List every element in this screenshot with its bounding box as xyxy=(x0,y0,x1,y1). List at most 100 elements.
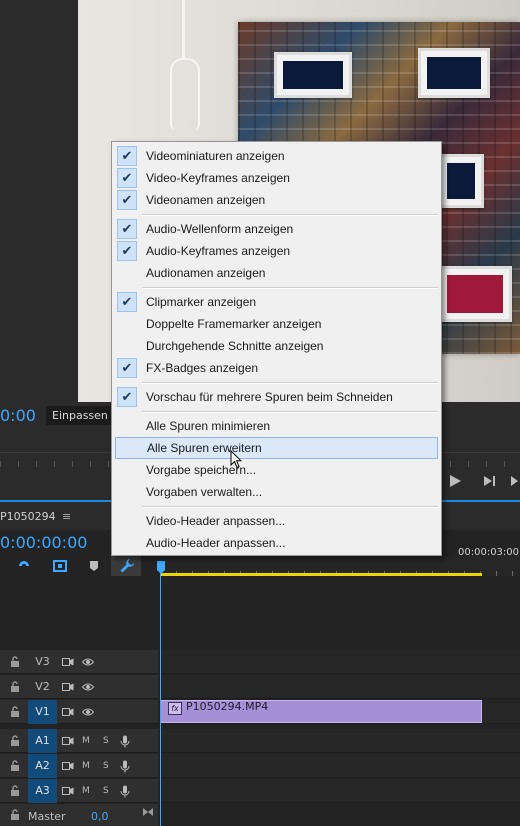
menu-item[interactable]: Audionamen anzeigen xyxy=(115,262,438,284)
picture-frame-image xyxy=(438,266,512,322)
panel-menu-icon[interactable]: ≡ xyxy=(62,510,71,523)
go-to-in-out-icon[interactable] xyxy=(142,806,154,818)
track-target-toggle[interactable]: A2 xyxy=(28,754,57,778)
master-volume-value[interactable]: 0,0 xyxy=(91,810,109,823)
checkmark-icon: ✔ xyxy=(117,292,137,312)
linked-selection-icon[interactable] xyxy=(52,558,68,574)
sync-lock-icon[interactable] xyxy=(62,682,74,692)
menu-separator xyxy=(142,506,438,508)
sync-lock-icon[interactable] xyxy=(62,736,74,746)
solo-button[interactable]: S xyxy=(103,779,109,803)
video-track-lane[interactable] xyxy=(160,675,520,699)
audio-track-lane[interactable] xyxy=(160,729,520,753)
menu-item-label: Doppelte Framemarker anzeigen xyxy=(146,317,322,331)
audio-track-lane[interactable] xyxy=(160,754,520,778)
play-icon[interactable] xyxy=(448,474,462,488)
menu-item[interactable]: ✔ Videominiaturen anzeigen xyxy=(115,145,438,167)
lock-icon[interactable] xyxy=(10,760,20,772)
mute-button[interactable]: M xyxy=(82,729,90,753)
playhead-handle[interactable] xyxy=(157,561,165,575)
lock-icon[interactable] xyxy=(10,681,20,693)
menu-item[interactable]: ✔ Vorschau für mehrere Spuren beim Schnei… xyxy=(115,386,438,408)
menu-separator xyxy=(142,382,438,384)
audio-track-lane[interactable] xyxy=(160,779,520,803)
sequence-tab[interactable]: P1050294 xyxy=(0,510,56,523)
timeline-timecode[interactable]: 0:00:00:00 xyxy=(0,533,87,552)
menu-item[interactable]: Doppelte Framemarker anzeigen xyxy=(115,313,438,335)
menu-item[interactable]: ✔ Videonamen anzeigen xyxy=(115,189,438,211)
solo-button[interactable]: S xyxy=(103,729,109,753)
menu-item[interactable]: ✔ Audio-Keyframes anzeigen xyxy=(115,240,438,262)
timeline-settings-button[interactable] xyxy=(111,556,141,576)
menu-item-label: Durchgehende Schnitte anzeigen xyxy=(146,339,324,353)
track-target-toggle[interactable]: V1 xyxy=(28,700,57,724)
track-target-toggle[interactable]: A1 xyxy=(28,729,57,753)
track-target-toggle[interactable]: V2 xyxy=(28,675,57,699)
picture-frame-image xyxy=(438,154,484,208)
menu-item-label: Video-Keyframes anzeigen xyxy=(146,171,290,185)
zoom-fit-dropdown[interactable]: Einpassen xyxy=(46,406,114,425)
microphone-icon[interactable] xyxy=(120,760,130,773)
go-to-next-edit-icon[interactable] xyxy=(510,474,520,488)
step-forward-icon[interactable] xyxy=(482,474,498,488)
monitor-timecode[interactable]: 0:00 xyxy=(0,406,36,425)
eye-icon[interactable] xyxy=(82,657,94,667)
picture-frame-image xyxy=(418,48,490,98)
menu-item-label: Audio-Wellenform anzeigen xyxy=(146,222,294,236)
snap-icon[interactable] xyxy=(16,558,32,574)
checkmark-icon: ✔ xyxy=(117,190,137,210)
add-marker-icon[interactable] xyxy=(86,558,102,574)
microphone-icon[interactable] xyxy=(120,785,130,798)
track-target-toggle[interactable]: V3 xyxy=(28,650,57,674)
menu-item[interactable]: Audio-Header anpassen... xyxy=(115,532,438,554)
menu-item[interactable]: ✔ FX-Badges anzeigen xyxy=(115,357,438,379)
menu-item[interactable]: ✔ Audio-Wellenform anzeigen xyxy=(115,218,438,240)
video-track-header: V2 xyxy=(0,675,158,699)
mute-button[interactable]: M xyxy=(82,754,90,778)
menu-item[interactable]: ✔ Clipmarker anzeigen xyxy=(115,291,438,313)
headset-image xyxy=(170,58,200,130)
menu-item[interactable]: Vorgabe speichern... xyxy=(115,459,438,481)
menu-item[interactable]: Vorgaben verwalten... xyxy=(115,481,438,503)
menu-item-label: Vorschau für mehrere Spuren beim Schneid… xyxy=(146,390,393,404)
lock-icon[interactable] xyxy=(10,706,20,718)
master-track-header xyxy=(0,804,158,826)
playhead-line[interactable] xyxy=(160,561,161,826)
checkmark-icon: ✔ xyxy=(117,168,137,188)
menu-item[interactable]: Video-Header anpassen... xyxy=(115,510,438,532)
menu-separator xyxy=(142,287,438,289)
audio-track-header: A1 M S xyxy=(0,729,158,753)
solo-button[interactable]: S xyxy=(103,754,109,778)
work-area-bar[interactable] xyxy=(160,573,482,576)
menu-item-label: FX-Badges anzeigen xyxy=(146,361,259,375)
track-target-toggle[interactable]: A3 xyxy=(28,779,57,803)
menu-item[interactable]: Alle Spuren erweitern xyxy=(115,437,438,459)
video-track-lane[interactable] xyxy=(160,650,520,674)
mute-button[interactable]: M xyxy=(82,779,90,803)
menu-item[interactable]: ✔ Video-Keyframes anzeigen xyxy=(115,167,438,189)
lock-icon[interactable] xyxy=(10,785,20,797)
eye-icon[interactable] xyxy=(82,682,94,692)
checkmark-icon: ✔ xyxy=(117,146,137,166)
sync-lock-icon[interactable] xyxy=(62,761,74,771)
lock-icon[interactable] xyxy=(10,809,20,821)
menu-item-label: Audio-Keyframes anzeigen xyxy=(146,244,291,258)
audio-track-header: A3 M S xyxy=(0,779,158,803)
menu-item[interactable]: Alle Spuren minimieren xyxy=(115,415,438,437)
menu-separator xyxy=(142,214,438,216)
lock-icon[interactable] xyxy=(10,735,20,747)
menu-item-label: Videominiaturen anzeigen xyxy=(146,149,285,163)
sync-lock-icon[interactable] xyxy=(62,657,74,667)
sync-lock-icon[interactable] xyxy=(62,707,74,717)
menu-item-label: Audio-Header anpassen... xyxy=(146,536,286,550)
lock-icon[interactable] xyxy=(10,656,20,668)
microphone-icon[interactable] xyxy=(120,735,130,748)
menu-item[interactable]: Durchgehende Schnitte anzeigen xyxy=(115,335,438,357)
menu-item-label: Alle Spuren minimieren xyxy=(146,419,271,433)
audio-track-header: A2 M S xyxy=(0,754,158,778)
sync-lock-icon[interactable] xyxy=(62,786,74,796)
menu-item-label: Clipmarker anzeigen xyxy=(146,295,257,309)
eye-icon[interactable] xyxy=(82,707,94,717)
checkmark-icon: ✔ xyxy=(117,241,137,261)
wrench-icon xyxy=(120,559,134,573)
